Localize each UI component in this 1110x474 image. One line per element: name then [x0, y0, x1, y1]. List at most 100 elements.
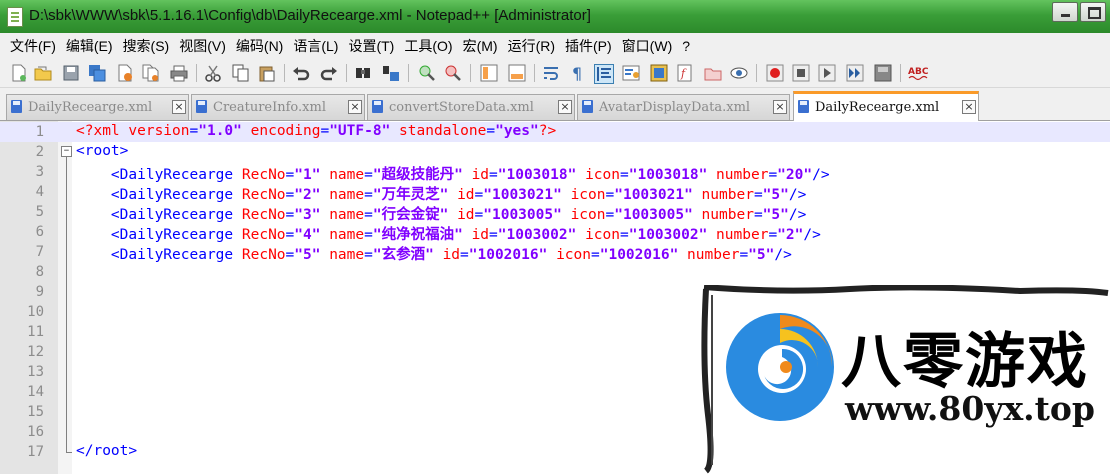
monitor-icon[interactable] [730, 64, 748, 82]
line-number: 14 [27, 384, 44, 400]
menu-plugins[interactable]: 插件(P) [565, 36, 612, 56]
toolbar-separator [408, 64, 409, 82]
saved-file-icon [798, 100, 809, 113]
doc-map-icon[interactable] [650, 64, 668, 82]
function-list-icon[interactable]: f [676, 64, 694, 82]
code-line[interactable]: 3 <DailyRecearge RecNo="1" name="超级技能丹" … [0, 162, 1110, 183]
zoom-out-icon[interactable] [444, 64, 462, 82]
window-controls [1050, 2, 1106, 22]
tab-creatureinfo[interactable]: CreatureInfo.xml × [191, 94, 365, 120]
tab-close-icon[interactable]: × [172, 100, 186, 114]
menu-search[interactable]: 搜索(S) [123, 36, 170, 56]
menu-run[interactable]: 运行(R) [508, 36, 555, 56]
tab-dailyrecearge-1[interactable]: DailyRecearge.xml × [6, 94, 189, 120]
minimize-button[interactable] [1052, 2, 1078, 22]
close-icon[interactable] [116, 64, 134, 82]
menu-window[interactable]: 窗口(W) [622, 36, 673, 56]
toolbar-separator [756, 64, 757, 82]
menu-view[interactable]: 视图(V) [179, 36, 226, 56]
menu-encoding[interactable]: 编码(N) [236, 36, 283, 56]
tab-close-icon[interactable]: × [558, 100, 572, 114]
watermark-url: www.80yx.top [845, 389, 1095, 428]
play-macro-icon[interactable] [818, 64, 836, 82]
open-file-icon[interactable] [34, 64, 52, 82]
word-wrap-icon[interactable] [542, 64, 560, 82]
tab-label: DailyRecearge.xml [815, 100, 940, 115]
tab-close-icon[interactable]: × [962, 100, 976, 114]
sync-vertical-icon[interactable] [480, 64, 498, 82]
menu-macro[interactable]: 宏(M) [463, 36, 498, 56]
udl-icon[interactable] [622, 64, 640, 82]
code-text: </root> [76, 443, 138, 459]
code-text: <DailyRecearge RecNo="3" name="行会金锭" id=… [110, 207, 807, 223]
tab-close-icon[interactable]: × [773, 100, 787, 114]
toolbar-separator [284, 64, 285, 82]
new-file-icon[interactable] [10, 64, 28, 82]
save-icon[interactable] [62, 64, 80, 82]
menu-edit[interactable]: 编辑(E) [66, 36, 113, 56]
line-number: 7 [35, 244, 44, 260]
code-line[interactable]: 7 <DailyRecearge RecNo="5" name="玄参酒" id… [0, 242, 1110, 263]
close-all-icon[interactable] [142, 64, 160, 82]
line-number: 2 [35, 144, 44, 160]
tab-label: CreatureInfo.xml [213, 100, 326, 115]
tab-label: AvatarDisplayData.xml [599, 100, 751, 115]
menu-help[interactable]: ? [682, 38, 690, 54]
line-number: 6 [35, 224, 44, 240]
show-all-chars-icon[interactable]: ¶ [568, 64, 586, 82]
fold-guide-line [66, 157, 67, 452]
menu-tools[interactable]: 工具(O) [404, 36, 452, 56]
maximize-button[interactable] [1080, 2, 1106, 22]
stop-record-icon[interactable] [792, 64, 810, 82]
menu-bar: 文件(F) 编辑(E) 搜索(S) 视图(V) 编码(N) 语言(L) 设置(T… [0, 33, 1110, 59]
toolbar-separator [900, 64, 901, 82]
find-icon[interactable] [354, 64, 372, 82]
replace-icon[interactable] [382, 64, 400, 82]
copy-icon[interactable] [232, 64, 250, 82]
line-number: 8 [35, 264, 44, 280]
run-macro-multiple-icon[interactable] [846, 64, 864, 82]
line-number: 9 [35, 284, 44, 300]
zoom-in-icon[interactable] [418, 64, 436, 82]
indent-guide-icon[interactable] [594, 64, 614, 84]
menu-file[interactable]: 文件(F) [10, 36, 56, 56]
cut-icon[interactable] [204, 64, 222, 82]
menu-language[interactable]: 语言(L) [293, 36, 338, 56]
redo-icon[interactable] [320, 64, 338, 82]
tab-label: DailyRecearge.xml [28, 100, 153, 115]
line-number: 16 [27, 424, 44, 440]
record-macro-icon[interactable] [766, 64, 784, 82]
tab-avatardisplaydata[interactable]: AvatarDisplayData.xml × [577, 94, 790, 120]
watermark-brand: 八零游戏 [841, 327, 1089, 397]
line-number: 4 [35, 184, 44, 200]
line-number: 5 [35, 204, 44, 220]
tab-dailyrecearge-active[interactable]: DailyRecearge.xml × [793, 91, 979, 123]
code-line[interactable]: 1 <?xml version="1.0" encoding="UTF-8" s… [0, 122, 1110, 142]
sync-horizontal-icon[interactable] [508, 64, 526, 82]
spellcheck-icon[interactable]: ABC [908, 64, 928, 82]
menu-settings[interactable]: 设置(T) [348, 36, 394, 56]
code-line[interactable]: 2 − <root> [0, 142, 1110, 162]
code-line[interactable]: 8 [0, 262, 1110, 282]
tab-convertstoredata[interactable]: convertStoreData.xml × [367, 94, 575, 120]
print-icon[interactable] [170, 64, 188, 82]
code-line[interactable]: 5 <DailyRecearge RecNo="3" name="行会金锭" i… [0, 202, 1110, 223]
undo-icon[interactable] [292, 64, 310, 82]
saved-file-icon [582, 100, 593, 113]
line-number: 12 [27, 344, 44, 360]
watermark-overlay: 八零游戏 www.80yx.top [700, 285, 1110, 474]
folder-workspace-icon[interactable] [704, 64, 722, 82]
toolbar-separator [196, 64, 197, 82]
toolbar: ¶ f ABC [0, 59, 1110, 88]
fold-minus-icon[interactable]: − [61, 146, 72, 157]
save-all-icon[interactable] [88, 64, 106, 82]
tab-close-icon[interactable]: × [348, 100, 362, 114]
code-line[interactable]: 6 <DailyRecearge RecNo="4" name="纯净祝福油" … [0, 222, 1110, 243]
paste-icon[interactable] [258, 64, 276, 82]
code-line[interactable]: 4 <DailyRecearge RecNo="2" name="万年灵芝" i… [0, 182, 1110, 203]
toolbar-separator [534, 64, 535, 82]
code-text: <DailyRecearge RecNo="2" name="万年灵芝" id=… [110, 187, 807, 203]
save-macro-icon[interactable] [874, 64, 892, 82]
saved-file-icon [196, 100, 207, 113]
title-bar: D:\sbk\WWW\sbk\5.1.16.1\Config\db\DailyR… [0, 0, 1110, 33]
